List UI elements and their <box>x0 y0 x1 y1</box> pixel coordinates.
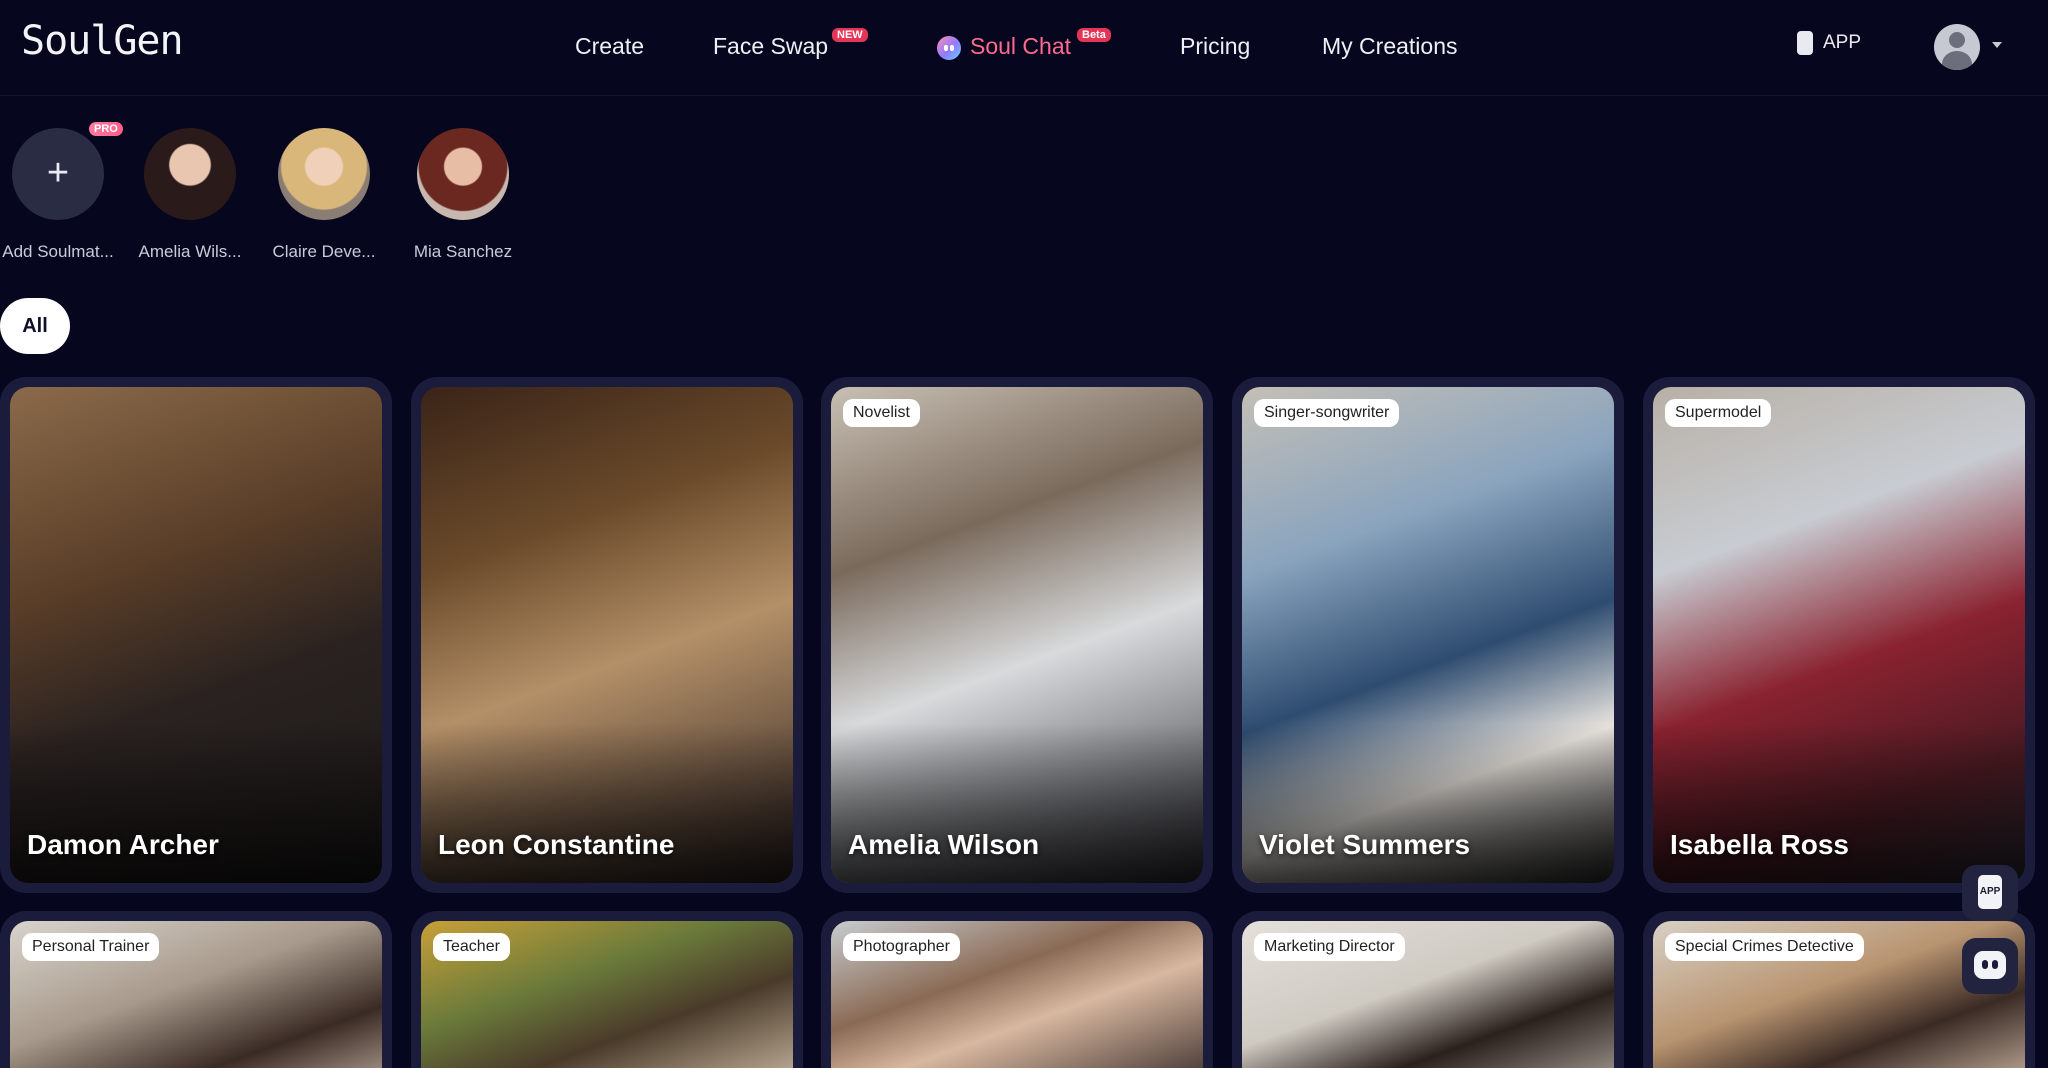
character-photo: Leon Constantine <box>421 387 793 883</box>
character-card-damon[interactable]: Damon Archer <box>0 377 392 893</box>
character-card-violet[interactable]: Singer-songwriter Violet Summers <box>1232 377 1624 893</box>
profession-tag: Singer-songwriter <box>1254 399 1400 427</box>
profession-tag: Teacher <box>433 933 510 961</box>
character-name: Leon Constantine <box>438 829 675 860</box>
profession-tag: Novelist <box>843 399 920 427</box>
character-name: Damon Archer <box>27 829 219 860</box>
chat-bot-icon <box>1974 951 2006 979</box>
chevron-down-icon[interactable] <box>1992 42 2002 48</box>
floating-app-label: APP <box>1979 886 2001 897</box>
beta-badge: Beta <box>1077 28 1111 42</box>
soulmate-label: Add Soulmat... <box>2 242 114 261</box>
character-card-photographer[interactable]: Photographer <box>821 911 1213 1068</box>
character-card-teacher[interactable]: Teacher <box>411 911 803 1068</box>
profession-tag: Special Crimes Detective <box>1665 933 1864 961</box>
soulmate-avatar[interactable] <box>417 128 509 220</box>
character-name: Isabella Ross <box>1670 829 1849 860</box>
character-card-amelia[interactable]: Novelist Amelia Wilson <box>821 377 1213 893</box>
phone-icon <box>1797 31 1813 55</box>
character-card-leon[interactable]: Leon Constantine <box>411 377 803 893</box>
plus-icon: + <box>46 152 70 194</box>
character-photo: Teacher <box>421 921 793 1068</box>
character-photo: Supermodel Isabella Ross <box>1653 387 2025 883</box>
new-badge: NEW <box>832 28 868 42</box>
user-avatar[interactable] <box>1934 24 1980 70</box>
top-header: SoulGen Create Face Swap NEW Soul Chat B… <box>0 0 2048 96</box>
soulmate-label: Amelia Wils... <box>138 242 242 261</box>
soulmate-claire[interactable]: Claire Deve... <box>254 128 394 268</box>
character-photo: Marketing Director <box>1242 921 1614 1068</box>
soul-chat-icon <box>937 36 961 60</box>
floating-chat-button[interactable] <box>1962 938 2018 994</box>
add-soulmate-circle[interactable]: + PRO <box>12 122 123 220</box>
profession-tag: Supermodel <box>1665 399 1772 427</box>
character-card-isabella[interactable]: Supermodel Isabella Ross <box>1643 377 2035 893</box>
character-name: Violet Summers <box>1259 829 1471 860</box>
nav-create[interactable]: Create <box>575 30 644 62</box>
character-photo: Personal Trainer <box>10 921 382 1068</box>
character-photo: Singer-songwriter Violet Summers <box>1242 387 1614 883</box>
nav-face-swap[interactable]: Face Swap <box>713 30 828 62</box>
floating-app-button[interactable]: APP <box>1962 865 2018 921</box>
character-card-personal-trainer[interactable]: Personal Trainer <box>0 911 392 1068</box>
character-photo: Novelist Amelia Wilson <box>831 387 1203 883</box>
soulmate-amelia[interactable]: Amelia Wils... <box>120 128 260 268</box>
profession-tag: Marketing Director <box>1254 933 1405 961</box>
soulmate-label: Mia Sanchez <box>413 242 513 261</box>
profession-tag: Photographer <box>843 933 960 961</box>
soulmate-mia[interactable]: Mia Sanchez <box>393 128 533 268</box>
app-label: APP <box>1823 32 1862 53</box>
character-name: Amelia Wilson <box>848 829 1040 860</box>
soulmate-label: Claire Deve... <box>272 242 376 261</box>
soulmate-avatar[interactable] <box>144 128 236 220</box>
profession-tag: Personal Trainer <box>22 933 160 961</box>
add-soulmate-button[interactable]: + PRO Add Soulmat... <box>0 122 128 268</box>
nav-my-creations[interactable]: My Creations <box>1322 30 1457 62</box>
character-photo: Damon Archer <box>10 387 382 883</box>
nav-pricing[interactable]: Pricing <box>1180 30 1250 62</box>
character-photo: Photographer <box>831 921 1203 1068</box>
soulmate-avatar[interactable] <box>278 128 370 220</box>
character-card-marketing-director[interactable]: Marketing Director <box>1232 911 1624 1068</box>
pro-badge: PRO <box>89 122 123 136</box>
filter-all-chip[interactable]: All <box>0 298 70 354</box>
nav-soul-chat[interactable]: Soul Chat <box>970 30 1071 62</box>
soulgen-logo[interactable]: SoulGen <box>21 18 184 64</box>
